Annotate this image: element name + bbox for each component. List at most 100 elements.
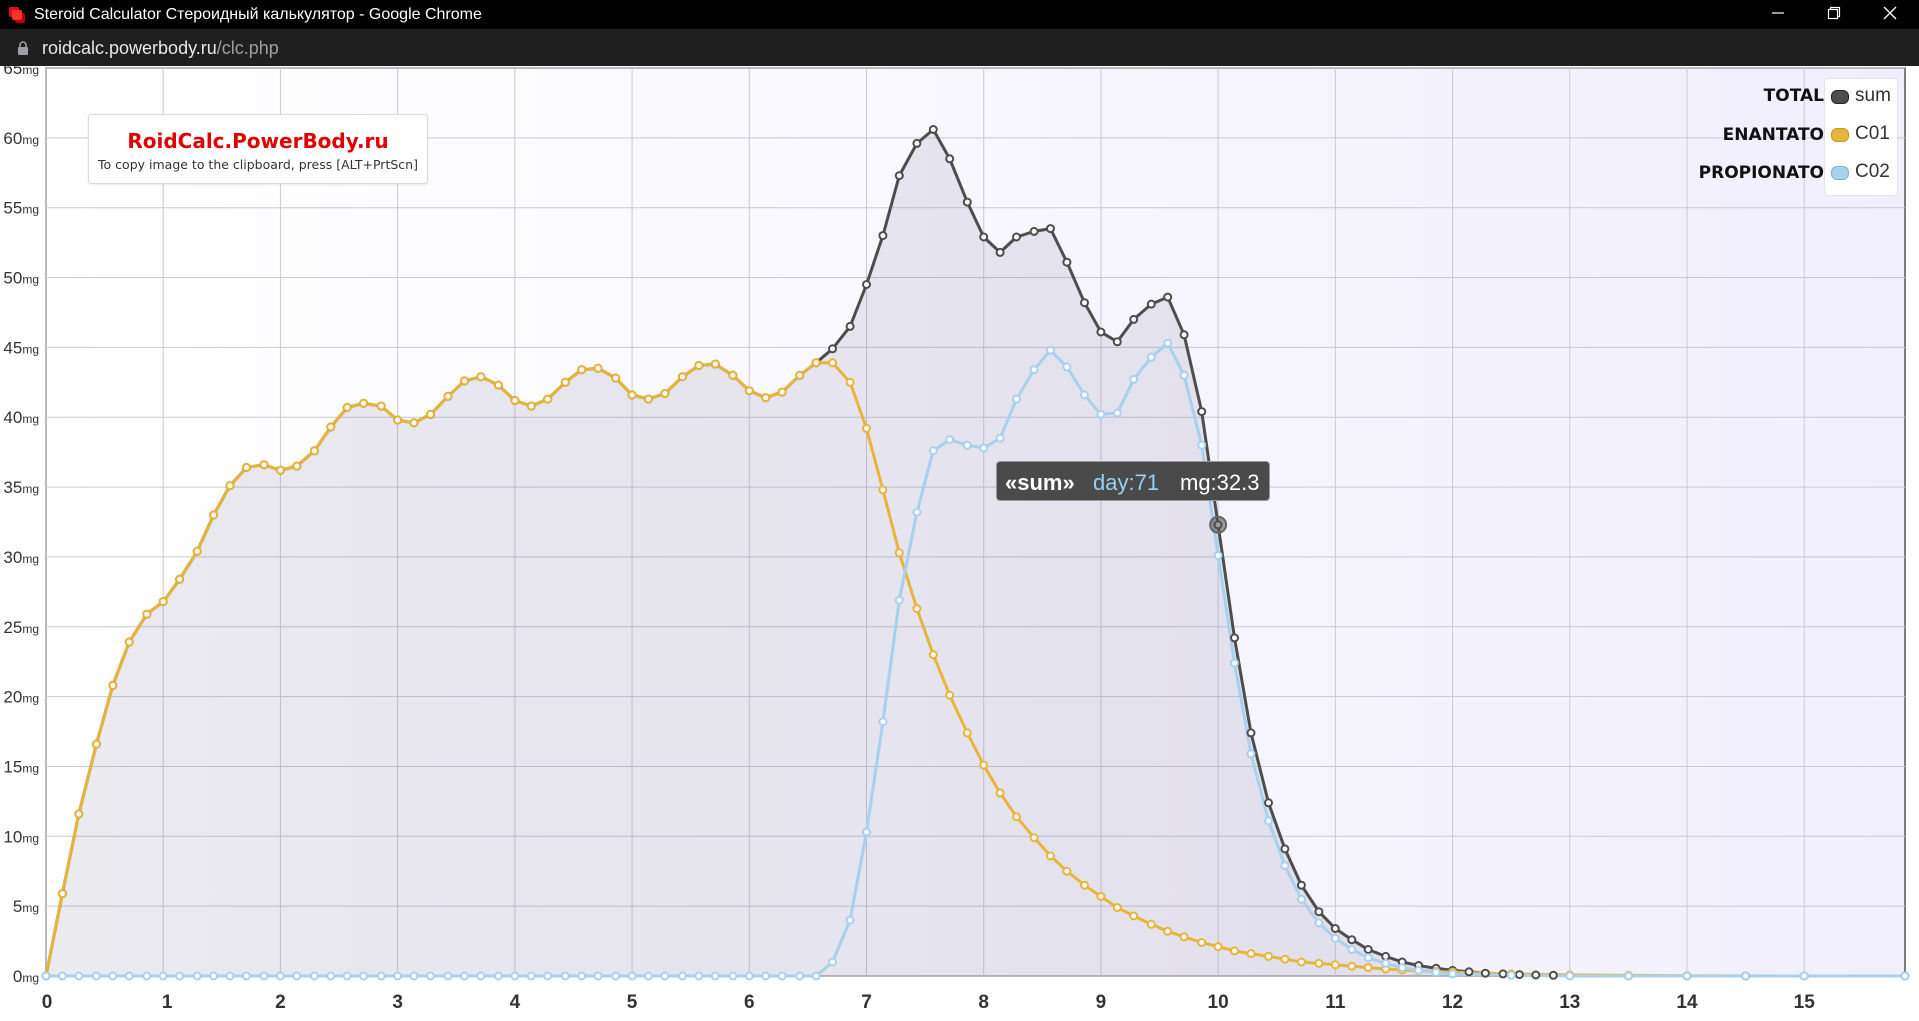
point-C01 [175, 574, 185, 584]
point-C02 [1264, 816, 1273, 826]
point-C02 [627, 971, 637, 981]
x-tick-label: 5 [627, 992, 638, 1013]
point-C01 [241, 463, 251, 472]
x-tick-label: 12 [1442, 992, 1463, 1013]
point-C02 [225, 971, 235, 981]
point-C02 [124, 971, 134, 981]
point-C02 [928, 446, 938, 456]
point-C02 [376, 971, 386, 981]
point-C01 [57, 889, 67, 899]
point-C01 [460, 376, 469, 386]
y-tick-label: 10mg [3, 827, 39, 846]
point-C01 [1246, 949, 1256, 959]
point-C01 [543, 394, 553, 404]
point-C01 [1314, 958, 1324, 968]
copy-hint: To copy image to the clipboard, press [A… [98, 157, 418, 172]
point-C01 [660, 389, 670, 398]
legend-name-propionato: PROPIONATO [1698, 163, 1824, 183]
url-text[interactable]: roidcalc.powerbody.ru/clc.php [42, 38, 279, 59]
legend-swatch-c01 [1831, 128, 1849, 142]
point-C01 [309, 446, 319, 456]
point-C01 [928, 650, 938, 660]
point-C02 [1448, 969, 1458, 979]
y-tick-label: 50mg [3, 269, 39, 288]
point-sum [1363, 945, 1373, 954]
address-bar[interactable]: roidcalc.powerbody.ru/clc.php [0, 29, 1919, 66]
legend-name-total: TOTAL [1763, 86, 1824, 106]
point-C01 [828, 358, 837, 368]
point-C01 [443, 391, 453, 401]
lock-icon[interactable] [16, 40, 30, 56]
point-C01 [777, 387, 787, 397]
copy-notice: RoidCalc.PowerBody.ru To copy image to t… [88, 114, 428, 184]
legend-item-sum[interactable]: sum [1829, 85, 1895, 109]
legend-item-c02[interactable]: C02 [1829, 161, 1895, 185]
point-C01 [811, 358, 821, 368]
point-C01 [795, 370, 805, 380]
x-tick-label: 14 [1676, 992, 1698, 1013]
legend-item-c01[interactable]: C01 [1829, 123, 1895, 147]
x-tick-label: 2 [275, 992, 286, 1013]
point-sum [1163, 292, 1173, 302]
minimize-icon[interactable] [1750, 0, 1805, 29]
point-C02 [443, 971, 453, 981]
point-C01 [108, 680, 118, 690]
point-C02 [694, 971, 704, 981]
point-C02 [510, 971, 520, 981]
point-C02 [359, 971, 369, 981]
x-tick-label: 9 [1096, 992, 1107, 1013]
point-C02 [41, 971, 51, 981]
tooltip-day: day:71 [1093, 470, 1160, 495]
point-C01 [979, 760, 989, 770]
x-tick-label: 4 [510, 992, 521, 1013]
point-C01 [678, 372, 687, 382]
point-C02 [526, 971, 536, 981]
point-sum [828, 344, 837, 354]
point-C01 [644, 394, 653, 404]
point-C02 [1246, 749, 1256, 759]
point-sum [1146, 299, 1156, 309]
point-C02 [1741, 971, 1751, 981]
window-titlebar: Steroid Calculator Стероидный калькулято… [0, 0, 1919, 29]
point-C02 [292, 971, 302, 981]
point-C01 [275, 465, 285, 475]
legend-name-enantato: ENANTATO [1722, 124, 1824, 145]
point-C02 [660, 971, 670, 981]
point-C01 [376, 401, 386, 411]
point-C01 [192, 546, 202, 556]
point-C01 [493, 380, 503, 390]
point-sum [1246, 728, 1256, 738]
point-sum [1548, 970, 1558, 980]
point-sum [1531, 970, 1541, 980]
point-C02 [593, 971, 603, 981]
point-C02 [326, 971, 336, 981]
close-icon[interactable] [1862, 0, 1917, 29]
point-sum [1046, 224, 1055, 234]
point-sum [1296, 880, 1306, 890]
point-sum [945, 154, 955, 164]
point-C02 [1799, 971, 1809, 981]
point-C02 [577, 971, 587, 981]
point-C02 [1330, 933, 1340, 943]
point-C02 [1230, 658, 1239, 668]
x-tick-label: 3 [392, 992, 403, 1013]
point-C02 [1112, 408, 1122, 418]
point-C01 [1146, 919, 1156, 929]
point-C01 [1363, 963, 1373, 973]
point-sum [894, 171, 904, 181]
point-C01 [1046, 851, 1055, 861]
point-C01 [1112, 903, 1122, 913]
point-C01 [962, 728, 972, 738]
point-C01 [209, 510, 219, 520]
point-sum [1464, 967, 1474, 977]
point-C01 [142, 609, 152, 619]
restore-icon[interactable] [1806, 0, 1861, 29]
point-C02 [878, 717, 888, 727]
point-sum [912, 138, 922, 148]
point-C02 [845, 915, 855, 925]
point-C02 [74, 971, 84, 981]
point-C02 [1565, 971, 1575, 981]
point-C02 [995, 433, 1005, 443]
point-C02 [1280, 861, 1290, 871]
point-sum [1129, 314, 1139, 324]
